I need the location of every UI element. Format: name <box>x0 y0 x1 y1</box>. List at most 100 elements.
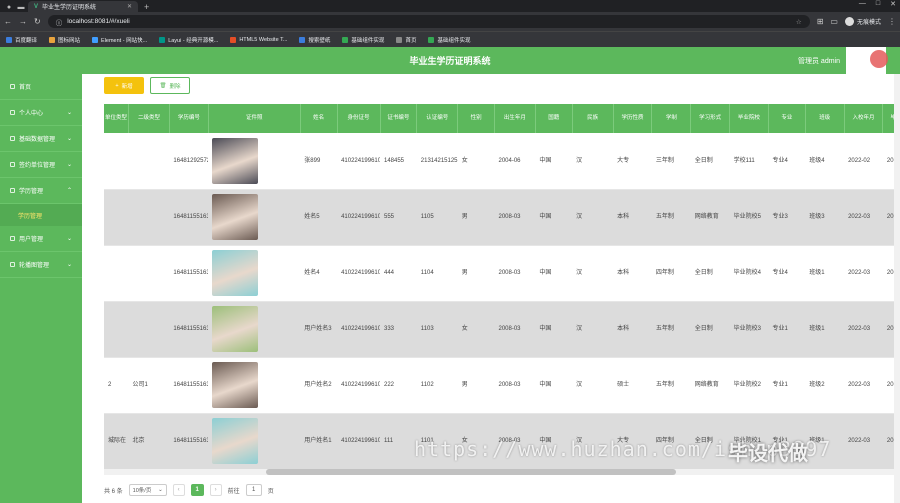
goto-page-input[interactable]: 1 <box>245 484 262 496</box>
portrait-photo[interactable] <box>212 194 259 240</box>
column-header: 二级类型 <box>128 104 170 133</box>
table-row[interactable]: 16481155163670 姓名441022419961023200444411… <box>104 245 900 302</box>
info-icon: ⓘ <box>55 19 63 27</box>
cell-auth: 1104 <box>416 245 458 302</box>
cell-birth: 2008-03 <box>494 245 536 302</box>
watermark-brand: 毕设代做 <box>728 443 808 465</box>
cell-enter: 2022-03 <box>844 301 883 358</box>
horizontal-scrollbar[interactable] <box>104 469 900 475</box>
table-row[interactable]: 1648129257287 张89941022419961023200914845… <box>104 133 900 190</box>
minimize-icon[interactable]: — <box>859 0 866 8</box>
goto-label: 前往 <box>227 488 240 495</box>
cell-cert: 444 <box>380 245 417 302</box>
bookmark-item[interactable]: 基础组件实现 <box>428 36 470 44</box>
cell-ethnic: 汉 <box>572 301 614 358</box>
cell-school: 毕业院校3 <box>729 301 769 358</box>
sidebar-item-users[interactable]: 用户管理 ⌄ <box>0 226 82 252</box>
cell-years: 五年制 <box>651 357 691 414</box>
cell-form: 全日制 <box>690 133 730 190</box>
sidebar-icon[interactable]: ▭ <box>830 17 838 26</box>
bookmark-item[interactable]: 首页 <box>396 36 416 44</box>
page-size-select[interactable]: 10条/页 ⌄ <box>128 484 167 496</box>
table-row[interactable]: 16481155163677 姓名541022419961023200555511… <box>104 189 900 246</box>
portrait-photo[interactable] <box>212 137 259 184</box>
total-count: 共 6 条 <box>104 488 123 495</box>
bookmark-item[interactable]: 基础组件实现 <box>342 36 384 44</box>
chevron-down-icon: ⌄ <box>66 136 72 142</box>
sidebar-item-basic-data[interactable]: 基础数据管理 ⌄ <box>0 126 82 152</box>
window-menu-icon[interactable]: ● <box>4 4 14 12</box>
column-header: 性别 <box>457 104 495 133</box>
portrait-photo[interactable] <box>212 362 259 408</box>
bookmark-icon <box>428 36 435 43</box>
cell-cls: 班级3 <box>805 189 845 246</box>
cell-major: 专业1 <box>768 357 806 414</box>
sidebar-item-profile[interactable]: 个人中心 ⌄ <box>0 100 82 126</box>
photo-cell <box>208 413 301 469</box>
bookmark-item[interactable]: 图标网站 <box>49 36 80 44</box>
table-row[interactable]: 2公司116481155163671 用户姓名241022419961023200… <box>104 357 900 414</box>
forward-icon[interactable]: → <box>19 17 27 26</box>
portrait-photo[interactable] <box>212 250 259 296</box>
reload-icon[interactable]: ↻ <box>34 17 41 26</box>
cell-c2 <box>128 189 170 246</box>
portrait-photo[interactable] <box>212 306 259 352</box>
column-header: 学历性质 <box>613 104 653 133</box>
chevron-down-icon: ⌄ <box>66 110 72 116</box>
app-header: 毕业生学历证明系统 管理员 admin <box>0 47 900 74</box>
bookmark-icon <box>92 36 99 43</box>
cell-years: 五年制 <box>651 189 691 246</box>
cell-name: 姓名5 <box>300 189 338 246</box>
bookmark-item[interactable]: 百度翻译 <box>6 36 37 44</box>
cell-nation: 中国 <box>535 189 573 246</box>
address-bar[interactable]: ⓘ localhost:8081/#/xueli ☆ <box>47 15 810 28</box>
cell-cert: 555 <box>380 189 417 246</box>
sidebar-item-employer[interactable]: 签约单位管理 ⌄ <box>0 152 82 178</box>
cell-cert: 111 <box>380 413 417 469</box>
tab-list-icon[interactable]: ▬ <box>16 4 26 12</box>
cell-nation: 中国 <box>535 133 573 190</box>
prev-page-button[interactable]: ‹ <box>172 484 185 496</box>
cell-c1: 城际在 <box>104 413 129 469</box>
chevron-up-icon: ⌃ <box>66 188 72 194</box>
sidebar-item-education[interactable]: 学历管理 ⌃ <box>0 178 82 204</box>
bookmark-star-icon[interactable]: ☆ <box>796 18 802 26</box>
back-icon[interactable]: ← <box>4 17 12 26</box>
portrait-photo[interactable] <box>212 418 259 464</box>
photo-cell <box>208 301 301 358</box>
profile-button[interactable]: 无痕模式 <box>844 17 881 26</box>
cell-enter: 2022-03 <box>844 189 883 246</box>
bookmark-item[interactable]: Element - 网站快... <box>92 36 147 44</box>
cell-sex: 男 <box>457 245 495 302</box>
sidebar-item-home[interactable]: 首页 <box>0 74 82 100</box>
cell-nation: 中国 <box>535 245 573 302</box>
cell-c2: 北京 <box>128 413 170 469</box>
next-page-button[interactable]: › <box>209 484 222 496</box>
cell-form: 全日制 <box>690 301 730 358</box>
cell-school: 毕业院校5 <box>729 189 769 246</box>
close-window-icon[interactable]: ✕ <box>890 0 896 8</box>
scrollbar-thumb[interactable] <box>266 469 676 475</box>
vertical-scrollbar[interactable] <box>894 74 900 503</box>
browser-tab[interactable]: V 毕业生学历证明系统 ✕ <box>28 1 138 12</box>
add-button[interactable]: + 新增 <box>104 77 144 94</box>
bookmarks-bar: 百度翻译 图标网站 Element - 网站快... Layui - 经典开源模… <box>0 31 900 47</box>
bookmark-item[interactable]: 搜索壁纸 <box>299 36 330 44</box>
url-text: localhost:8081/#/xueli <box>67 18 130 25</box>
sidebar-subitem-education[interactable]: 学历管理 <box>0 204 82 226</box>
bookmark-item[interactable]: HTML5 Website T... <box>230 36 287 43</box>
page-unit-label: 页 <box>267 488 274 495</box>
more-menu-icon[interactable]: ⋮ <box>888 17 896 26</box>
maximize-icon[interactable]: □ <box>876 0 880 8</box>
cell-nature: 大专 <box>613 133 652 190</box>
bookmark-item[interactable]: Layui - 经典开源模... <box>159 36 218 44</box>
delete-button[interactable]: 🗑 删除 <box>150 77 190 94</box>
cell-c1 <box>104 133 129 190</box>
new-tab-icon[interactable]: + <box>144 2 149 12</box>
extension-icon[interactable]: ⊞ <box>817 17 824 26</box>
column-header: 认证编号 <box>416 104 459 133</box>
sidebar-item-carousel[interactable]: 轮播图管理 ⌄ <box>0 252 82 278</box>
page-number-current[interactable]: 1 <box>190 484 204 496</box>
table-row[interactable]: 16481155163679 用户姓名3410224199610232003333… <box>104 301 900 358</box>
close-tab-icon[interactable]: ✕ <box>127 3 132 10</box>
